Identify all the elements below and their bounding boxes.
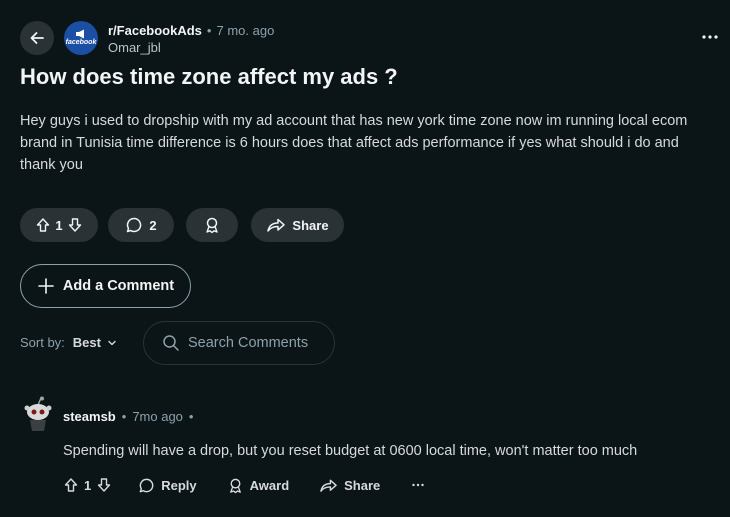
reply-label: Reply [161,477,197,493]
add-comment-button[interactable]: Add a Comment [20,264,191,308]
snoo-avatar-icon [24,396,52,431]
share-label: Share [344,477,381,493]
sort-value: Best [72,335,101,350]
vote-control: 1 [20,208,98,242]
award-button[interactable] [186,208,238,242]
megaphone-icon [76,29,84,39]
comment-meta: steamsb • 7mo ago • [63,409,193,424]
comment-vote-count: 1 [84,477,92,493]
more-options-button[interactable] [700,28,720,46]
sort-label: Sort by: [20,335,65,350]
comment-author[interactable]: steamsb [63,409,116,424]
comment-body: Spending will have a drop, but you reset… [63,443,638,459]
award-icon [229,478,241,493]
comment-actions: 1 Reply Award Share [63,474,424,496]
reply-button[interactable]: Reply [138,477,197,494]
meta-separator: • [121,409,127,424]
comment-vote-control: 1 [63,477,112,493]
upvote-arrow-icon [37,218,50,232]
share-button[interactable]: Share [251,208,344,242]
subreddit-avatar-text: facebook [65,39,97,46]
share-label: Share [292,217,329,233]
post-time: 7 mo. ago [216,23,275,38]
post-author[interactable]: Omar_jbl [108,40,161,55]
post-body: Hey guys i used to dropship with my ad a… [20,113,688,173]
downvote-button[interactable] [67,217,83,233]
comment-author-avatar[interactable] [22,396,54,432]
plus-icon [38,278,54,294]
back-button[interactable] [20,21,54,55]
comment-downvote-button[interactable] [96,477,112,493]
comment-award-button[interactable]: Award [227,477,290,494]
downvote-arrow-icon [68,218,81,232]
post-meta: r/FacebookAds • 7 mo. ago [108,23,274,38]
ellipsis-icon [702,35,718,39]
share-arrow-icon [267,218,286,232]
downvote-arrow-icon [98,478,111,492]
vote-count: 1 [55,217,63,233]
comment-bubble-icon [139,478,154,492]
upvote-arrow-icon [64,478,78,492]
comments-button[interactable]: 2 [108,208,174,242]
sort-dropdown[interactable]: Best [73,335,117,350]
sort-control: Sort by: Best [20,335,117,350]
share-arrow-icon [320,479,337,492]
award-label: Award [249,477,290,493]
meta-separator: • [206,23,212,38]
comment-share-button[interactable]: Share [319,477,380,494]
subreddit-name[interactable]: r/FacebookAds [108,23,202,38]
comment-upvote-button[interactable] [63,477,79,493]
comment-count: 2 [149,217,157,233]
comment-more-button[interactable] [412,483,424,487]
meta-separator: • [188,409,194,424]
subreddit-avatar[interactable]: facebook [64,21,98,55]
search-comments-input[interactable]: Search Comments [143,321,335,365]
upvote-button[interactable] [35,217,51,233]
comment-bubble-icon [127,217,142,233]
comment-time: 7mo ago [132,409,183,424]
search-icon [163,335,179,351]
post-title: How does time zone affect my ads ? [20,64,398,89]
add-comment-label: Add a Comment [62,278,175,294]
ellipsis-icon [412,483,424,487]
search-placeholder: Search Comments [188,335,309,351]
arrow-left-icon [30,32,44,44]
award-icon [206,217,218,234]
chevron-down-icon [108,340,116,345]
